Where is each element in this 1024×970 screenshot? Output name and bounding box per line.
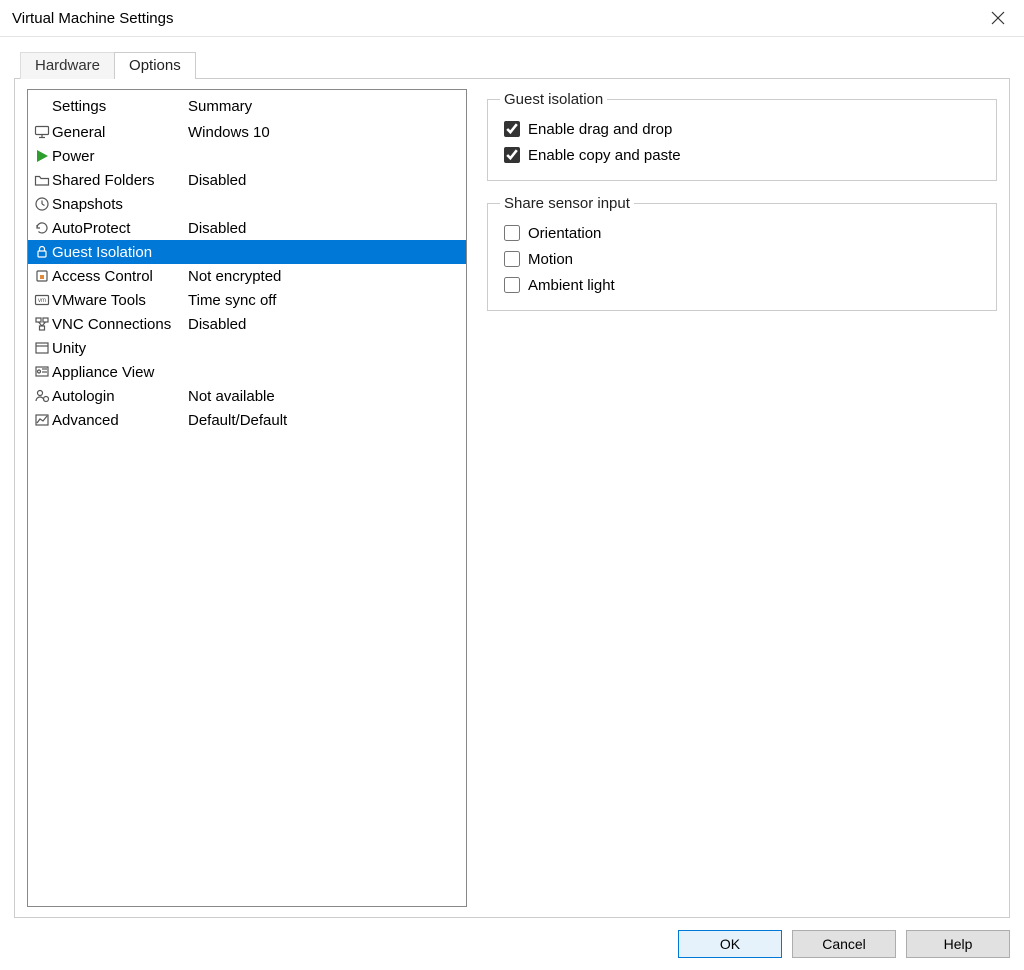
clock-icon [32, 196, 52, 212]
settings-row-snapshots[interactable]: Snapshots [28, 192, 466, 216]
window-title: Virtual Machine Settings [12, 10, 173, 27]
settings-row-summary: Disabled [188, 316, 466, 333]
ambient-light-label[interactable]: Ambient light [528, 277, 615, 294]
options-detail-pane: Guest isolation Enable drag and drop Ena… [467, 89, 997, 907]
share-sensor-legend: Share sensor input [500, 195, 634, 212]
network-icon [32, 316, 52, 332]
content-area: Hardware Options Settings Summary Genera… [0, 37, 1024, 918]
user-icon [32, 388, 52, 404]
settings-row-label: Power [52, 148, 188, 165]
settings-row-shared-folders[interactable]: Shared Folders Disabled [28, 168, 466, 192]
settings-row-access-control[interactable]: Access Control Not encrypted [28, 264, 466, 288]
motion-label[interactable]: Motion [528, 251, 573, 268]
header-summary-label: Summary [188, 98, 466, 115]
settings-row-advanced[interactable]: Advanced Default/Default [28, 408, 466, 432]
ok-button[interactable]: OK [678, 930, 782, 958]
titlebar: Virtual Machine Settings [0, 0, 1024, 37]
close-icon [990, 10, 1006, 26]
settings-row-summary: Disabled [188, 220, 466, 237]
settings-row-summary: Time sync off [188, 292, 466, 309]
settings-row-label: Guest Isolation [52, 244, 188, 261]
settings-row-summary: Not available [188, 388, 466, 405]
settings-row-label: AutoProtect [52, 220, 188, 237]
settings-list: Settings Summary General Windows 10 [27, 89, 467, 907]
settings-list-header: Settings Summary [28, 90, 466, 120]
settings-row-label: Advanced [52, 412, 188, 429]
window-icon [32, 340, 52, 356]
shield-icon [32, 268, 52, 284]
tab-options[interactable]: Options [114, 52, 196, 79]
settings-row-summary: Default/Default [188, 412, 466, 429]
orientation-label[interactable]: Orientation [528, 225, 601, 242]
settings-row-label: VMware Tools [52, 292, 188, 309]
enable-drag-drop-checkbox[interactable] [504, 121, 520, 137]
lock-icon [32, 244, 52, 260]
enable-drag-drop-label[interactable]: Enable drag and drop [528, 121, 672, 138]
settings-row-vmware-tools[interactable]: vm VMware Tools Time sync off [28, 288, 466, 312]
vm-icon: vm [32, 292, 52, 308]
settings-row-summary: Windows 10 [188, 124, 466, 141]
settings-row-summary: Not encrypted [188, 268, 466, 285]
guest-isolation-group: Guest isolation Enable drag and drop Ena… [487, 91, 997, 181]
dialog-footer: OK Cancel Help [0, 918, 1024, 970]
settings-row-power[interactable]: Power [28, 144, 466, 168]
settings-row-label: Shared Folders [52, 172, 188, 189]
settings-row-label: General [52, 124, 188, 141]
header-settings-label: Settings [52, 98, 188, 115]
settings-row-autologin[interactable]: Autologin Not available [28, 384, 466, 408]
settings-row-autoprotect[interactable]: AutoProtect Disabled [28, 216, 466, 240]
enable-copy-paste-label[interactable]: Enable copy and paste [528, 147, 681, 164]
chart-icon [32, 412, 52, 428]
settings-row-label: VNC Connections [52, 316, 188, 333]
tab-strip: Hardware Options [20, 51, 1010, 78]
motion-checkbox[interactable] [504, 251, 520, 267]
settings-row-summary: Disabled [188, 172, 466, 189]
ambient-light-checkbox[interactable] [504, 277, 520, 293]
history-icon [32, 220, 52, 236]
settings-row-guest-isolation[interactable]: Guest Isolation [28, 240, 466, 264]
close-button[interactable] [976, 3, 1020, 33]
help-button[interactable]: Help [906, 930, 1010, 958]
tab-hardware[interactable]: Hardware [20, 52, 115, 79]
settings-row-label: Appliance View [52, 364, 188, 381]
monitor-icon [32, 124, 52, 140]
orientation-checkbox[interactable] [504, 225, 520, 241]
settings-row-appliance-view[interactable]: Appliance View [28, 360, 466, 384]
settings-row-label: Access Control [52, 268, 188, 285]
svg-text:vm: vm [38, 298, 46, 304]
settings-row-general[interactable]: General Windows 10 [28, 120, 466, 144]
share-sensor-group: Share sensor input Orientation Motion Am… [487, 195, 997, 311]
appliance-icon [32, 364, 52, 380]
enable-copy-paste-checkbox[interactable] [504, 147, 520, 163]
cancel-button[interactable]: Cancel [792, 930, 896, 958]
vm-settings-dialog: Virtual Machine Settings Hardware Option… [0, 0, 1024, 970]
settings-row-label: Autologin [52, 388, 188, 405]
settings-row-unity[interactable]: Unity [28, 336, 466, 360]
tab-panel-options: Settings Summary General Windows 10 [14, 78, 1010, 918]
play-icon [32, 148, 52, 164]
settings-row-label: Unity [52, 340, 188, 357]
guest-isolation-legend: Guest isolation [500, 91, 607, 108]
folder-icon [32, 172, 52, 188]
settings-row-label: Snapshots [52, 196, 188, 213]
settings-row-vnc-connections[interactable]: VNC Connections Disabled [28, 312, 466, 336]
